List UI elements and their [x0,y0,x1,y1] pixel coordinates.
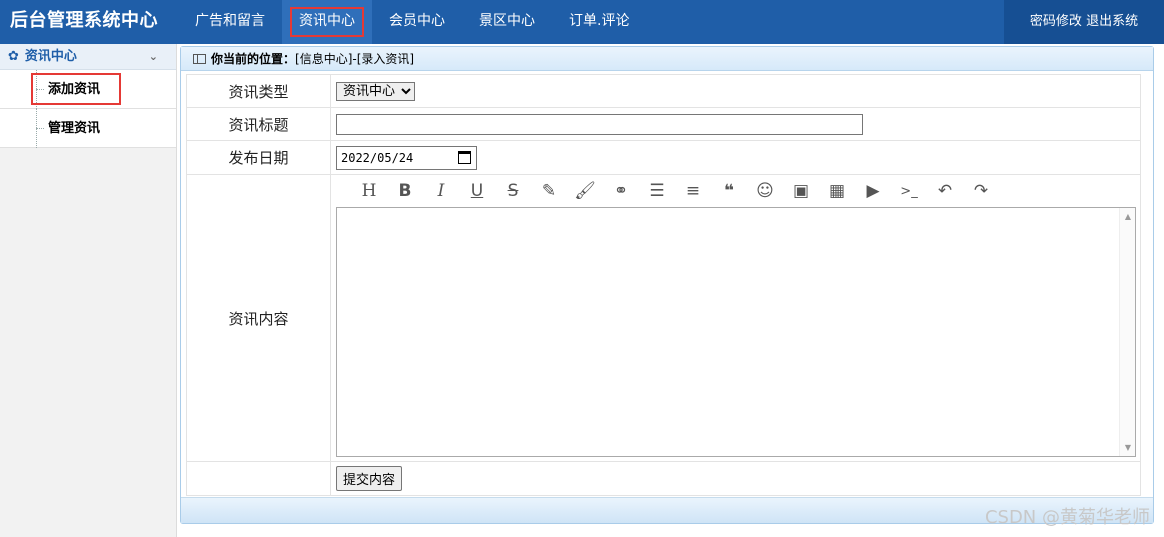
publish-date-input[interactable]: 2022/05/24 [336,145,477,170]
link-icon[interactable]: ⚭ [603,181,639,201]
emoji-icon[interactable]: ☺ [747,181,783,201]
tree-branch [36,89,44,90]
tree-line [36,70,37,109]
news-form: 资讯类型 资讯中心 资讯标题 发布日期 2022/05/24 资讯内容 H B … [186,74,1141,496]
italic-icon[interactable]: I [423,181,459,201]
sidebar-item-manage-news[interactable]: 管理资讯 [0,109,176,148]
video-icon[interactable]: ▶ [855,181,891,201]
account-links: 密码修改 退出系统 [1004,0,1164,44]
content-editor[interactable]: ▲ ▼ [336,207,1136,457]
sidebar: ✿ 资讯中心 ⌄ 添加资讯 管理资讯 [0,44,177,537]
strikethrough-icon[interactable]: S [495,181,531,201]
main-panel: 你当前的位置：[信息中心]-[录入资讯] 资讯类型 资讯中心 资讯标题 发布日期… [180,46,1154,524]
type-label: 资讯类型 [186,74,331,108]
undo-icon[interactable]: ↶ [927,181,963,201]
watermark: CSDN @黄菊华老师 [984,507,1150,528]
nav-ads-messages[interactable]: 广告和留言 [178,0,282,44]
publish-date-value: 2022/05/24 [341,150,414,165]
news-title-input[interactable] [336,113,863,135]
news-type-select[interactable]: 资讯中心 [336,82,415,101]
title-label: 资讯标题 [186,107,331,141]
chevron-down-icon: ⌄ [148,50,158,63]
scroll-up-icon[interactable]: ▲ [1125,212,1131,221]
breadcrumb-path: [信息中心]-[录入资讯] [295,52,415,66]
code-icon[interactable]: >_ [891,184,927,199]
align-icon[interactable]: ≡ [675,181,711,201]
highlighter-icon[interactable]: ✎ [531,181,567,201]
quote-icon[interactable]: ❝ [711,181,747,201]
nav-member-center[interactable]: 会员中心 [372,0,462,44]
empty-cell [186,461,331,496]
nav-orders-reviews[interactable]: 订单.评论 [552,0,646,44]
breadcrumb-prefix: 你当前的位置： [211,52,296,66]
heading-icon[interactable]: H [351,181,387,201]
sidebar-item-label: 添加资讯 [48,82,101,97]
redo-icon[interactable]: ↷ [963,181,999,201]
table-icon[interactable]: ▦ [819,181,855,201]
editor-toolbar: H B I U S ✎ 🖌 ⚭ ☰ ≡ ❝ ☺ ▣ ▦ ▶ >_ ↶ ↷ [336,175,1140,207]
sidebar-item-add-news[interactable]: 添加资讯 [0,70,176,109]
window-icon [193,54,206,64]
nav-news-center[interactable]: 资讯中心 [282,0,372,44]
image-icon[interactable]: ▣ [783,181,819,201]
date-label: 发布日期 [186,140,331,175]
breadcrumb: 你当前的位置：[信息中心]-[录入资讯] [181,47,1153,71]
bold-icon[interactable]: B [387,181,423,201]
brush-icon[interactable]: 🖌 [567,181,603,201]
logout-link[interactable]: 退出系统 [1086,14,1138,29]
content-label: 资讯内容 [186,174,331,462]
top-nav: 广告和留言 资讯中心 会员中心 景区中心 订单.评论 [178,0,646,44]
underline-icon[interactable]: U [459,181,495,201]
sidebar-section-title: 资讯中心 [24,49,77,64]
sidebar-section-header[interactable]: ✿ 资讯中心 ⌄ [0,44,176,70]
gear-icon: ✿ [8,49,19,64]
sidebar-list: 添加资讯 管理资讯 [0,70,176,148]
list-icon[interactable]: ☰ [639,181,675,201]
tree-branch [36,128,44,129]
scroll-down-icon[interactable]: ▼ [1125,443,1131,452]
app-title: 后台管理系统中心 [10,10,158,31]
submit-button[interactable]: 提交内容 [336,466,403,491]
change-password-link[interactable]: 密码修改 [1030,14,1082,29]
calendar-icon[interactable] [458,150,471,164]
sidebar-item-label: 管理资讯 [48,121,101,136]
editor-scrollbar[interactable]: ▲ ▼ [1119,208,1135,456]
nav-scenic-center[interactable]: 景区中心 [462,0,552,44]
top-bar: 后台管理系统中心 广告和留言 资讯中心 会员中心 景区中心 订单.评论 密码修改… [0,0,1164,44]
